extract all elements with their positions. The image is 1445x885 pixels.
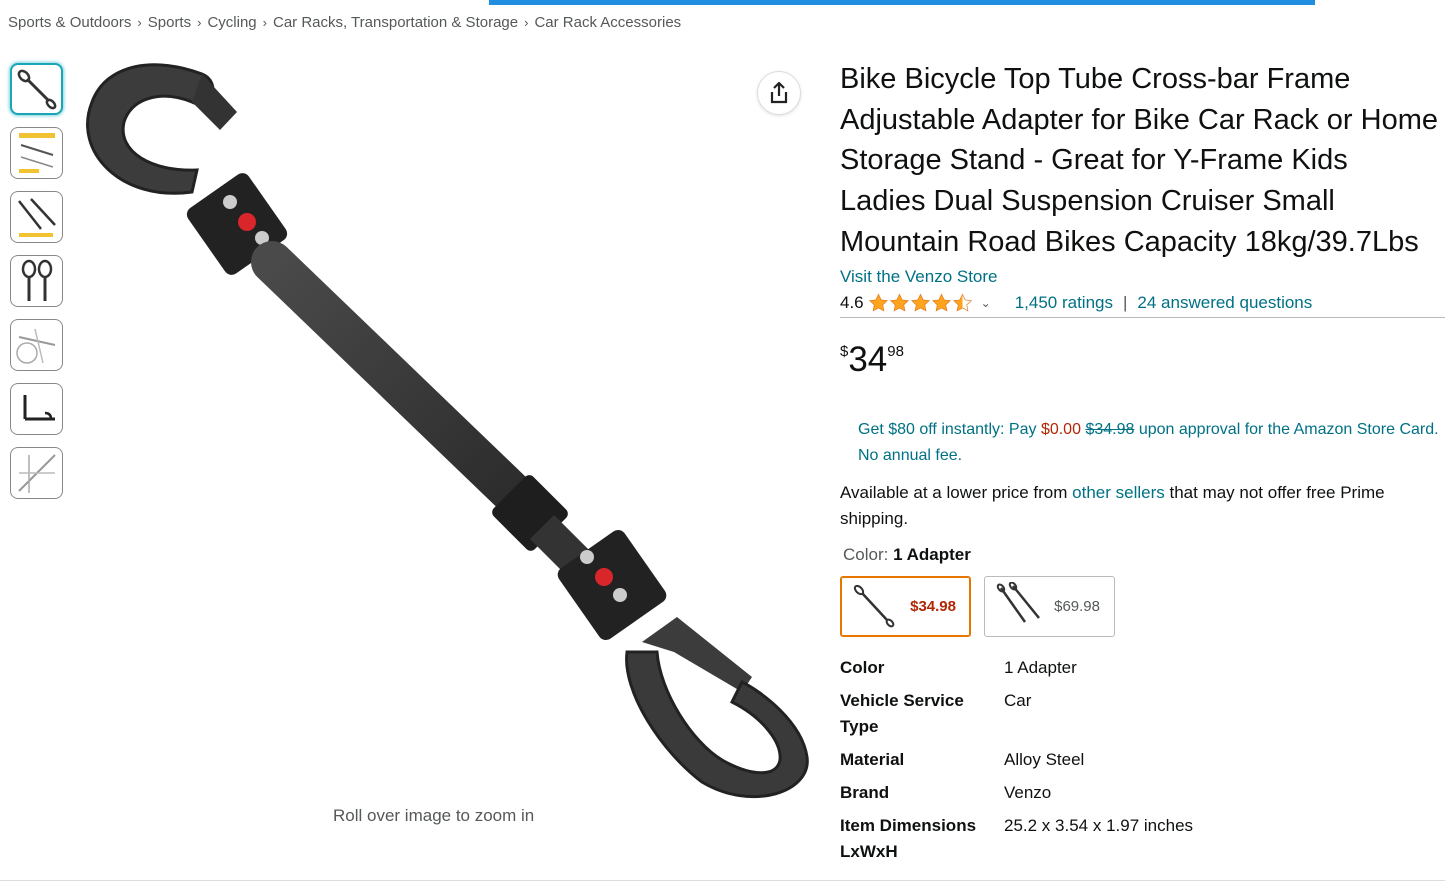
page-divider (0, 880, 1445, 881)
promo-pay-amount: $0.00 (1040, 420, 1081, 438)
breadcrumb-item[interactable]: Sports (148, 14, 191, 31)
color-label: Color: 1 Adapter (843, 545, 1440, 565)
spec-value: Car (1004, 690, 1032, 710)
product-specs: Color 1 Adapter Vehicle Service Type Car… (840, 655, 1440, 865)
store-card-promo[interactable]: Get $80 off instantly: Pay $0.00 $34.98 … (840, 417, 1440, 469)
spec-key: Vehicle Service Type (840, 690, 964, 736)
adapter-icon (853, 584, 895, 628)
swatch-price: $34.98 (910, 597, 956, 615)
breadcrumb-separator: › (524, 15, 529, 30)
star-full-icon (868, 292, 888, 312)
breadcrumb-item[interactable]: Car Rack Accessories (534, 14, 681, 31)
promo-text: Get $80 off instantly: Pay (858, 420, 1037, 438)
chevron-down-icon[interactable]: ⌄ (981, 296, 991, 310)
breadcrumb-item[interactable]: Cycling (207, 14, 256, 31)
answered-questions-link[interactable]: 24 answered questions (1137, 293, 1312, 313)
swatch-price: $69.98 (1054, 597, 1100, 615)
color-swatch-1-adapter[interactable]: $34.98 (840, 575, 971, 637)
share-icon (770, 81, 788, 104)
thumbnail-2[interactable] (10, 127, 63, 179)
breadcrumb-item[interactable]: Sports & Outdoors (8, 14, 131, 31)
star-full-icon (889, 292, 909, 312)
breadcrumb-separator: › (197, 15, 202, 30)
thumbnail-7[interactable] (10, 447, 63, 499)
spec-row: Material Alloy Steel (840, 747, 1440, 773)
price-whole: 34 (848, 339, 888, 379)
star-full-icon (931, 292, 951, 312)
star-half-icon (952, 292, 972, 312)
color-label-text: Color: (843, 544, 889, 564)
thumbnail-strip (10, 63, 63, 511)
spec-key: Color (840, 657, 885, 677)
thumbnail-1[interactable] (10, 63, 63, 115)
price-fraction: 98 (887, 342, 904, 360)
spec-value: Alloy Steel (1004, 749, 1085, 769)
spec-row: Brand Venzo (840, 780, 1440, 806)
availability-message: Available at a lower price from other se… (840, 480, 1440, 532)
store-link[interactable]: Visit the Venzo Store (840, 267, 1440, 287)
divider: | (1123, 292, 1128, 312)
color-swatches: $34.98 $69.98 (840, 575, 1440, 637)
zoom-hint: Roll over image to zoom in (333, 806, 535, 825)
breadcrumb-separator: › (137, 15, 142, 30)
star-rating[interactable] (868, 292, 973, 313)
spec-key: Material (840, 749, 905, 769)
breadcrumb-separator: › (262, 15, 267, 30)
ratings-count-link[interactable]: 1,450 ratings (1015, 293, 1113, 313)
rating-row: 4.6 ⌄ 1,450 ratings | 24 answered questi… (840, 293, 1445, 318)
price: $ 34 98 (840, 339, 1440, 381)
spec-value: 25.2 x 3.54 x 1.97 inches (1004, 815, 1194, 835)
product-main-image[interactable] (62, 52, 822, 812)
spec-key: Item Dimensions LxWxH (840, 815, 977, 861)
rating-value: 4.6 (840, 292, 864, 312)
spec-key: Brand (840, 782, 890, 802)
product-title: Bike Bicycle Top Tube Cross-bar Frame Ad… (840, 63, 1438, 258)
price-symbol: $ (840, 342, 849, 360)
spec-value: Venzo (1004, 782, 1052, 802)
product-details: Bike Bicycle Top Tube Cross-bar Frame Ad… (840, 59, 1445, 872)
availability-prefix: Available at a lower price from (840, 482, 1068, 502)
thumbnail-4[interactable] (10, 255, 63, 307)
breadcrumb: Sports & Outdoors › Sports › Cycling › Car Rac… (8, 14, 681, 31)
color-selected-value: 1 Adapter (893, 544, 971, 564)
color-swatch-2-adapters[interactable]: $69.98 (984, 575, 1115, 637)
promo-original-price: $34.98 (1085, 420, 1135, 438)
thumbnail-5[interactable] (10, 319, 63, 371)
thumbnail-6[interactable] (10, 383, 63, 435)
thumbnail-3[interactable] (10, 191, 63, 243)
spec-row: Color 1 Adapter (840, 655, 1440, 681)
spec-value: 1 Adapter (1004, 657, 1077, 677)
spec-row: Item Dimensions LxWxH 25.2 x 3.54 x 1.97… (840, 813, 1440, 865)
star-full-icon (910, 292, 930, 312)
other-sellers-link[interactable]: other sellers (1072, 483, 1165, 502)
two-adapters-icon (996, 582, 1040, 623)
breadcrumb-item[interactable]: Car Racks, Transportation & Storage (273, 14, 518, 31)
top-progress-bar (489, 0, 1315, 5)
spec-row: Vehicle Service Type Car (840, 688, 1440, 740)
share-button[interactable] (757, 71, 801, 115)
